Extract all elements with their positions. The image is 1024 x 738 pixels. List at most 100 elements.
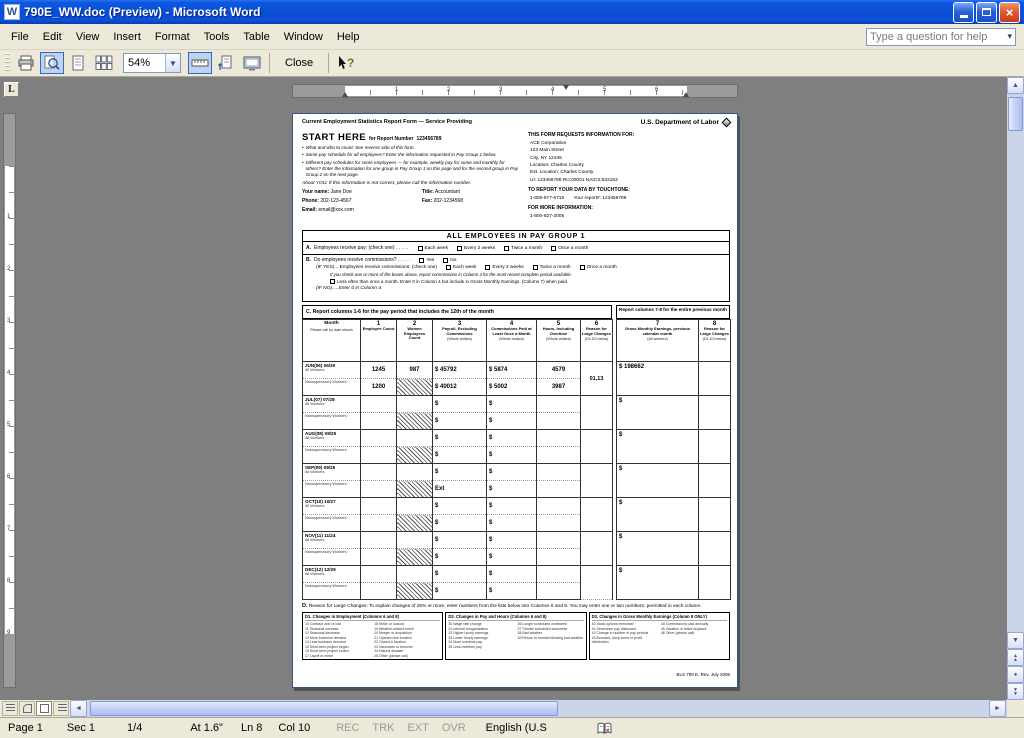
menu-tools[interactable]: Tools [197,28,237,46]
less-often-checkbox [330,279,335,284]
previous-page-button[interactable]: ▲▲ [1007,649,1024,666]
horizontal-scrollbar[interactable]: ◄ ► [0,700,1007,717]
next-page-button[interactable]: ▼▼ [1007,683,1024,700]
reason-for-change-cell [581,532,613,566]
mode-rec[interactable]: REC [336,722,359,734]
one-page-button[interactable] [66,52,90,74]
data-cell [361,481,397,498]
scroll-right-button[interactable]: ► [989,700,1006,717]
print-preview-toolbar: 54% ▼ Close ? [0,50,1024,77]
horizontal-scroll-thumb[interactable] [90,701,558,716]
vertical-scroll-thumb[interactable] [1008,97,1023,131]
spelling-status-icon[interactable] [597,722,612,735]
title-bar: W 790E_WW.doc (Preview) - Microsoft Word… [0,0,1024,24]
close-window-button[interactable]: × [999,2,1020,23]
month-cell: Nonsupervisory Workers [303,515,361,532]
normal-view-button[interactable] [2,701,18,716]
dropdown-arrow-icon[interactable]: ▾ [1007,31,1012,42]
checkbox [457,246,462,251]
close-preview-button[interactable]: Close [274,53,324,73]
ruler-number: 4 [7,370,10,376]
mode-trk[interactable]: TRK [372,722,394,734]
ask-question-box[interactable]: Type a question for help ▾ [866,28,1016,46]
help-button[interactable]: ? [334,52,358,74]
ruler-number: 7 [7,526,10,532]
outline-view-icon [58,704,67,713]
data-cell [537,515,581,532]
vertical-scrollbar[interactable]: ▲ ▼ ▲▲ ● ▼▼ [1007,77,1024,700]
reason-for-change-cell [581,498,613,532]
menu-file[interactable]: File [4,28,36,46]
menu-format[interactable]: Format [148,28,197,46]
full-screen-button[interactable] [240,52,264,74]
ces-report-form: Current Employment Statistics Report For… [302,119,730,684]
bullet-text: What and who to count: See reverse side … [306,145,415,151]
ruler-number: 8 [7,578,10,584]
data-cell [361,515,397,532]
hanging-indent-marker[interactable] [342,92,348,97]
scroll-down-button[interactable]: ▼ [1007,632,1024,649]
column-subtitle: (D1-D2 below) [581,337,612,341]
document-page[interactable]: Current Employment Statistics Report For… [292,113,738,688]
menu-window[interactable]: Window [277,28,330,46]
nonsupervisory-label: Nonsupervisory Workers [305,414,358,418]
table-row: JUL(07) 07/28All Workers$$ [303,396,613,413]
multiple-pages-button[interactable] [92,52,116,74]
toolbar-grip[interactable] [5,53,10,73]
column-title: Hours, Including Overtime [537,327,580,336]
bullet-icon: • [302,160,304,178]
scroll-up-button[interactable]: ▲ [1007,77,1024,94]
ask-question-placeholder: Type a question for help [870,31,1007,43]
section-b-block: B. Do employees receive commissions? . .… [303,255,729,292]
tab-alignment-selector[interactable]: L [4,82,19,97]
requests-heading: THIS FORM REQUESTS INFORMATION FOR: [528,132,730,140]
first-line-indent-marker[interactable] [563,85,569,90]
mode-ext[interactable]: EXT [407,722,428,734]
ruler-icon [191,56,209,70]
ruler-number: 6 [7,474,10,480]
contact-phone: Phone: 202-123-4567 [302,198,422,204]
shrink-to-fit-button[interactable] [214,52,238,74]
start-here-heading: START HERE [302,132,366,143]
menu-insert[interactable]: Insert [106,28,148,46]
zoom-dropdown-arrow-icon[interactable]: ▼ [165,54,180,72]
table-row: OCT(10) 10/27All Workers$$ [303,498,613,515]
month-cell: JUL(07) 07/28All Workers [303,396,361,413]
commission-frequency-each-week: Each week [446,265,476,270]
horizontal-ruler[interactable]: 123456 [292,84,738,98]
menu-help[interactable]: Help [330,28,367,46]
print-button[interactable] [14,52,38,74]
reason-codes-column: 44 Commissions paid annually45 Vacation … [661,622,727,645]
outline-view-button[interactable] [53,701,69,716]
data-cell [537,498,581,515]
scroll-left-button[interactable]: ◄ [70,700,87,717]
reason-for-change-cell [699,362,731,396]
menu-view[interactable]: View [69,28,107,46]
data-cell [537,583,581,600]
menu-edit[interactable]: Edit [36,28,69,46]
web-layout-view-button[interactable] [19,701,35,716]
reason-codes-columns: 10 Contract won or lost11 Seasonal incre… [305,622,440,658]
gross-earnings-cell: $ 198662 [617,362,699,396]
maximize-button[interactable] [976,2,997,23]
print-layout-view-button[interactable] [36,701,52,716]
select-browse-object-button[interactable]: ● [1007,666,1024,683]
view-ruler-button[interactable] [188,52,212,74]
column-title: Commissions Paid at Least Once a Month [487,327,536,336]
mode-ovr[interactable]: OVR [442,722,466,734]
right-indent-marker[interactable] [683,92,689,97]
table-row: $ [617,532,731,566]
magnifier-button[interactable] [40,52,64,74]
vertical-ruler[interactable]: 123456789 [3,113,16,688]
menu-table[interactable]: Table [236,28,276,46]
commission-frequency-every-2-weeks: Every 2 weeks [485,265,523,270]
gross-earnings-cell: $ [617,532,699,566]
zoom-select[interactable]: 54% ▼ [123,53,181,73]
minimize-button[interactable] [953,2,974,23]
data-cell [537,464,581,481]
reason-codes-box-d2: D2. Changes in Pay and Hours (Columns 6 … [445,612,586,660]
full-screen-icon [243,56,261,71]
table-row: Nonsupervisory Workers1200$ 40012$ 50023… [303,379,613,396]
dol-logo-icon [722,118,732,128]
gross-earnings-cell: $ [617,396,699,430]
